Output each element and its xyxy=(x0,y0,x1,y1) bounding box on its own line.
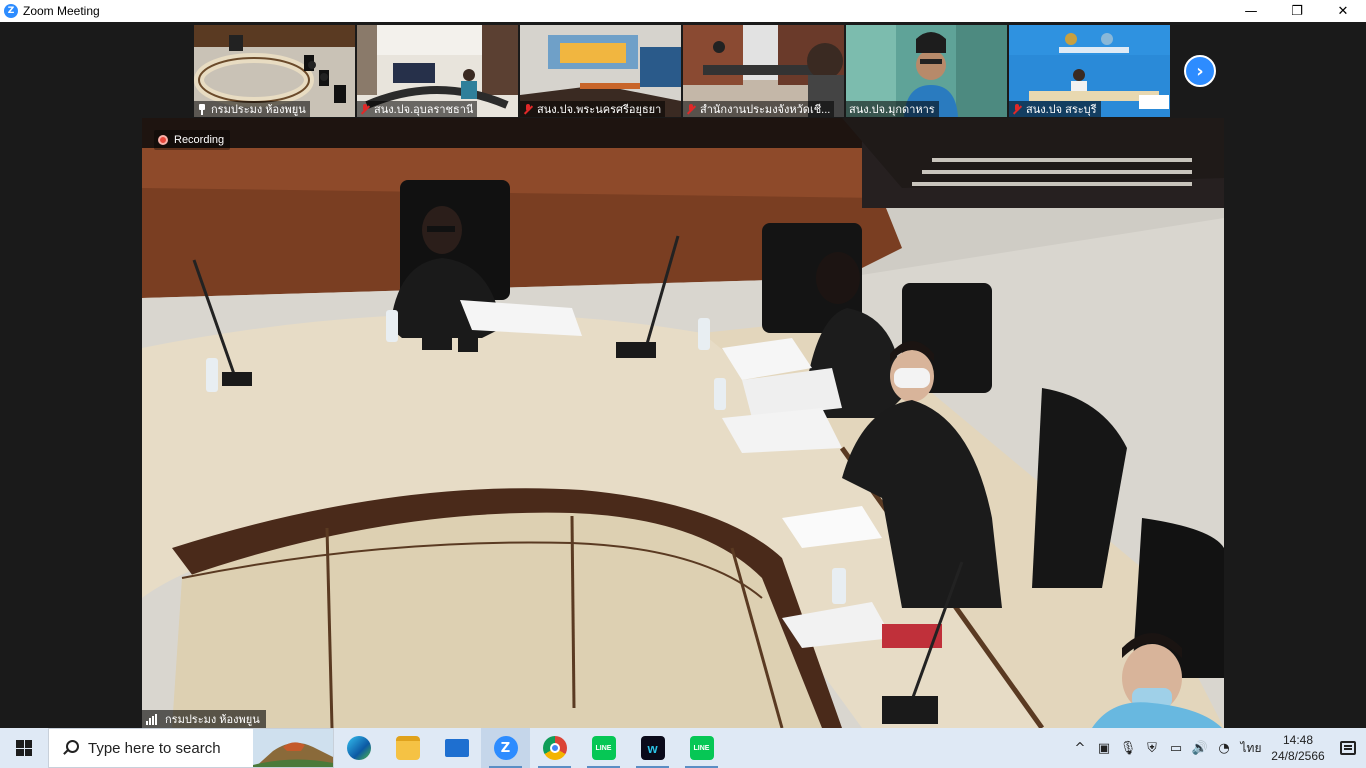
windows-logo-icon xyxy=(16,740,32,756)
security-icon[interactable]: ⛨ xyxy=(1140,728,1164,768)
webex-icon: w xyxy=(640,736,665,760)
recording-dot-icon xyxy=(158,135,168,145)
file-explorer-icon xyxy=(395,736,420,760)
participant-thumbnail-strip: กรมประมง ห้องพยูน สนง.ปจ.อุบลราชธานี สนง… xyxy=(194,25,1170,117)
participant-nameplate: สนง.ปจ สระบุรี xyxy=(1009,101,1101,117)
participant-name: สนง.ปจ.อุบลราชธานี xyxy=(374,104,474,116)
taskbar-app-line[interactable]: LINE xyxy=(579,728,628,768)
start-button[interactable] xyxy=(0,728,48,768)
participant-name: กรมประมง ห้องพยูน xyxy=(211,104,306,116)
chrome-icon xyxy=(542,736,567,760)
volume-icon[interactable]: 🔊 xyxy=(1188,728,1212,768)
line-icon: LINE xyxy=(689,736,714,760)
mic-muted-icon xyxy=(1012,103,1022,115)
recording-indicator[interactable]: Recording xyxy=(154,130,231,150)
taskbar-search[interactable]: Type here to search xyxy=(48,728,334,768)
participant-thumbnail[interactable]: สนง.ปจ สระบุรี xyxy=(1009,25,1170,117)
clock-date: 24/8/2566 xyxy=(1271,749,1325,763)
title-bar: Z Zoom Meeting — ❐ ✕ xyxy=(0,0,1366,22)
mail-icon xyxy=(444,739,469,757)
notification-icon xyxy=(1340,741,1356,755)
participant-nameplate: สนง.ปจ.อุบลราชธานี xyxy=(357,101,478,117)
clock-time: 14:48 xyxy=(1282,733,1314,747)
taskbar-app-line-2[interactable]: LINE xyxy=(677,728,726,768)
participant-thumbnail[interactable]: สนง.ปจ.พระนครศรีอยุธยา xyxy=(520,25,681,117)
meeting-stage: กรมประมง ห้องพยูน สนง.ปจ.อุบลราชธานี สนง… xyxy=(0,22,1366,728)
clock[interactable]: 14:48 24/8/2566 xyxy=(1266,732,1330,764)
microphone-icon[interactable]: 🎙 xyxy=(1116,728,1140,768)
edge-icon xyxy=(346,736,371,760)
participant-name: สนง.ปจ.มุกดาหาร xyxy=(849,104,935,116)
participant-nameplate: กรมประมง ห้องพยูน xyxy=(194,101,310,117)
window-controls: — ❐ ✕ xyxy=(1228,0,1366,22)
connection-signal-icon xyxy=(146,713,160,725)
windows-taskbar: Type here to search Z LINE w LINE ^ ▣ 🎙 … xyxy=(0,728,1366,768)
speaker-nameplate: กรมประมง ห้องพยูน xyxy=(142,710,266,728)
system-tray: ^ ▣ 🎙 ⛨ ▭ 🔊 ◔ ไทย 14:48 24/8/2566 xyxy=(1068,728,1366,768)
zoom-app-icon: Z xyxy=(4,4,18,18)
mic-muted-icon xyxy=(523,103,533,115)
mic-muted-icon xyxy=(686,103,696,115)
taskbar-app-edge[interactable] xyxy=(334,728,383,768)
participant-name: สนง.ปจ สระบุรี xyxy=(1026,104,1097,116)
next-page-button[interactable]: › xyxy=(1184,55,1216,87)
taskbar-app-webex[interactable]: w xyxy=(628,728,677,768)
taskbar-app-file-explorer[interactable] xyxy=(383,728,432,768)
search-highlight-image xyxy=(253,729,333,767)
restore-button[interactable]: ❐ xyxy=(1274,0,1320,22)
input-language[interactable]: ไทย xyxy=(1236,739,1266,758)
close-button[interactable]: ✕ xyxy=(1320,0,1366,22)
line-icon: LINE xyxy=(591,736,616,760)
show-hidden-icons-chevron-icon[interactable]: ^ xyxy=(1068,728,1092,768)
conference-room-scene xyxy=(142,118,1224,728)
search-icon xyxy=(62,740,79,756)
participant-name: สำนักงานประมงจังหวัดเชี... xyxy=(700,104,831,116)
minimize-button[interactable]: — xyxy=(1228,0,1274,22)
wifi-icon[interactable]: ◔ xyxy=(1212,728,1236,768)
taskbar-app-chrome[interactable] xyxy=(530,728,579,768)
participant-nameplate: สำนักงานประมงจังหวัดเชี... xyxy=(683,101,835,117)
notification-center-button[interactable] xyxy=(1330,728,1366,768)
pin-icon xyxy=(197,103,207,115)
participant-name: สนง.ปจ.พระนครศรีอยุธยา xyxy=(537,104,662,116)
battery-icon[interactable]: ▭ xyxy=(1164,728,1188,768)
recording-label: Recording xyxy=(174,134,225,146)
participant-nameplate: สนง.ปจ.มุกดาหาร xyxy=(846,101,939,117)
participant-thumbnail[interactable]: กรมประมง ห้องพยูน xyxy=(194,25,355,117)
taskbar-app-zoom[interactable]: Z xyxy=(481,728,530,768)
participant-thumbnail[interactable]: สนง.ปจ.อุบลราชธานี xyxy=(357,25,518,117)
participant-nameplate: สนง.ปจ.พระนครศรีอยุธยา xyxy=(520,101,666,117)
active-speaker-video[interactable]: Recording กรมประมง ห้องพยูน xyxy=(142,118,1224,728)
participant-thumbnail[interactable]: สำนักงานประมงจังหวัดเชี... xyxy=(683,25,844,117)
search-placeholder: Type here to search xyxy=(88,739,221,757)
camera-icon[interactable]: ▣ xyxy=(1092,728,1116,768)
zoom-icon: Z xyxy=(493,736,518,760)
window-title: Zoom Meeting xyxy=(23,4,100,18)
participant-thumbnail[interactable]: สนง.ปจ.มุกดาหาร xyxy=(846,25,1007,117)
speaker-name: กรมประมง ห้องพยูน xyxy=(165,714,260,726)
mic-muted-icon xyxy=(360,103,370,115)
taskbar-app-mail[interactable] xyxy=(432,728,481,768)
